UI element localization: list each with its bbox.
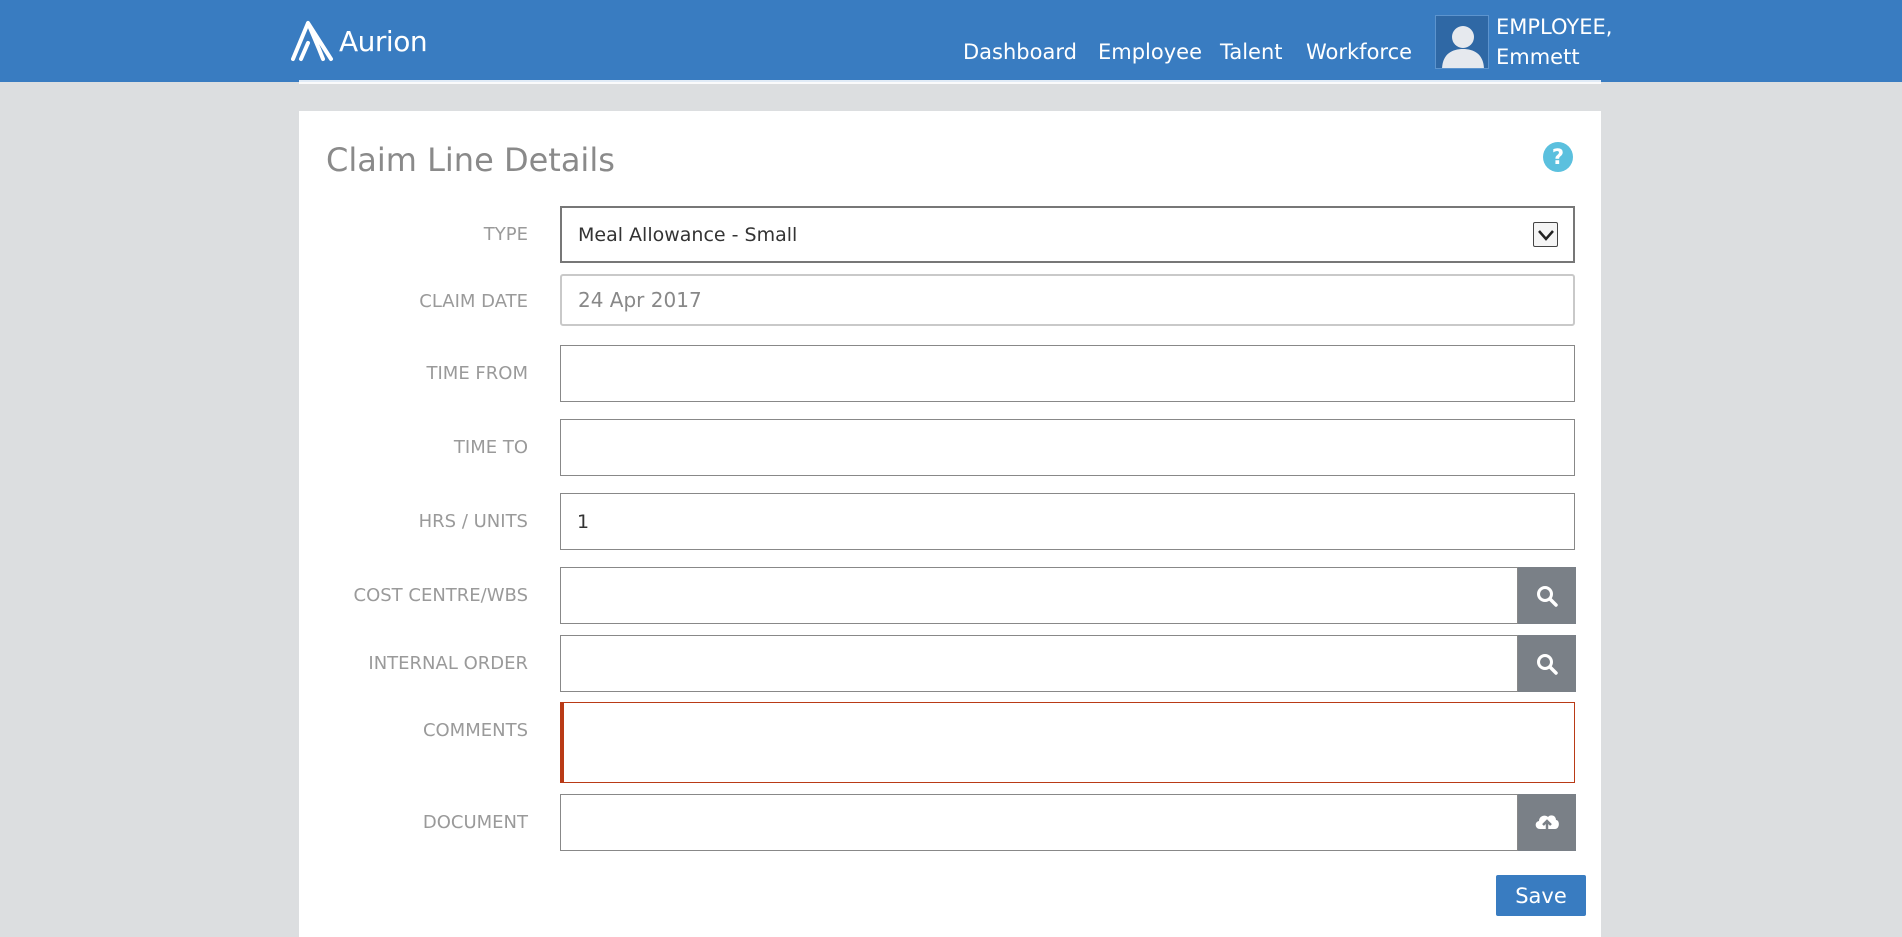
user-name-line2: Emmett [1496,45,1580,69]
document-input[interactable] [560,794,1518,851]
nav-workforce[interactable]: Workforce [1306,40,1412,64]
user-name[interactable]: EMPLOYEE, Emmett [1496,12,1612,72]
top-header: Aurion Dashboard Employee Talent Workfor… [0,0,1902,82]
cost-centre-search-button[interactable] [1518,567,1576,624]
user-avatar-icon[interactable] [1435,15,1489,69]
help-icon[interactable]: ? [1543,142,1573,172]
nav-talent[interactable]: Talent [1220,40,1283,64]
time-from-label: TIME FROM [426,363,529,384]
cost-centre-input[interactable] [560,567,1518,624]
comments-textarea[interactable] [560,702,1575,783]
search-icon [1537,653,1558,675]
hrs-units-input[interactable]: 1 [560,493,1575,550]
nav-dashboard[interactable]: Dashboard [963,40,1077,64]
nav-employee[interactable]: Employee [1098,40,1202,64]
document-label: DOCUMENT [422,812,528,833]
cost-centre-label: COST CENTRE/WBS [353,585,528,606]
time-to-input[interactable] [560,419,1575,476]
claim-date-label: CLAIM DATE [419,291,528,312]
type-label: TYPE [483,224,528,245]
claim-date-field: 24 Apr 2017 [560,274,1575,326]
cloud-upload-icon [1535,814,1559,833]
search-icon [1537,585,1558,607]
time-to-label: TIME TO [453,437,528,458]
user-name-line1: EMPLOYEE, [1496,15,1613,39]
page-title: Claim Line Details [326,141,615,179]
type-select-value: Meal Allowance - Small [578,223,798,246]
header-divider [299,80,1601,84]
main-nav: Dashboard Employee Talent Workforce [0,40,1902,70]
internal-order-label: INTERNAL ORDER [368,653,528,674]
internal-order-search-button[interactable] [1518,635,1576,692]
document-upload-button[interactable] [1518,794,1576,851]
save-button[interactable]: Save [1496,875,1586,916]
time-from-input[interactable] [560,345,1575,402]
claim-line-card: Claim Line Details ? TYPE Meal Allowance… [299,111,1601,937]
internal-order-input[interactable] [560,635,1518,692]
comments-label: COMMENTS [422,720,528,741]
type-select[interactable]: Meal Allowance - Small [560,206,1575,263]
hrs-units-label: HRS / UNITS [418,511,528,532]
chevron-down-icon[interactable] [1533,222,1558,247]
